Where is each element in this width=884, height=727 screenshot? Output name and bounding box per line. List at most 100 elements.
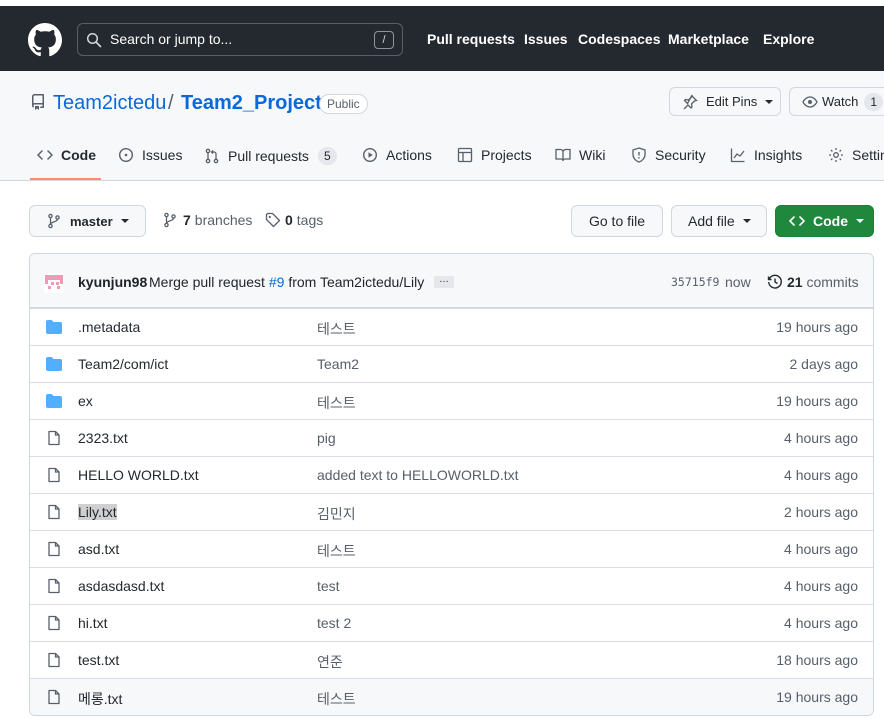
graph-icon	[730, 148, 745, 163]
file-icon	[48, 615, 60, 631]
file-row[interactable]: 메롱.txt 테스트 19 hours ago	[30, 678, 873, 715]
file-row[interactable]: asdasdasd.txt test 4 hours ago	[30, 567, 873, 604]
file-commit-age: 4 hours ago	[784, 467, 858, 483]
branch-select-button[interactable]: master	[29, 205, 146, 237]
commit-message[interactable]: Merge pull request #9 from Team2ictedu/L…	[149, 274, 424, 290]
file-commit-message[interactable]: 테스트	[317, 319, 356, 339]
go-to-file-button[interactable]: Go to file	[571, 205, 663, 237]
file-name-link[interactable]: Team2/com/ict	[78, 356, 168, 372]
tag-icon	[265, 212, 281, 228]
search-placeholder: Search or jump to...	[110, 31, 233, 47]
tab-insights[interactable]: Insights	[730, 147, 802, 163]
nav-issues[interactable]: Issues	[524, 31, 568, 47]
file-commit-message[interactable]: pig	[317, 430, 336, 446]
tab-code[interactable]: Code	[37, 147, 96, 163]
shield-icon	[632, 147, 646, 163]
file-row[interactable]: test.txt 연준 18 hours ago	[30, 641, 873, 678]
search-box[interactable]: Search or jump to... /	[77, 23, 403, 56]
file-commit-age: 19 hours ago	[776, 689, 858, 705]
file-commit-message[interactable]: test	[317, 578, 340, 594]
file-commit-message[interactable]: 김민지	[317, 504, 356, 524]
visibility-badge: Public	[319, 94, 368, 114]
latest-commit-bar: kyunjun98 Merge pull request #9 from Tea…	[30, 254, 873, 308]
repo-owner-link[interactable]: Team2ictedu	[53, 92, 166, 115]
tab-projects[interactable]: Projects	[457, 147, 532, 163]
file-name-link[interactable]: asd.txt	[78, 541, 119, 557]
pull-request-link[interactable]: #9	[269, 274, 285, 290]
commit-author[interactable]: kyunjun98	[78, 274, 147, 290]
commits-link[interactable]: 21 commits	[787, 274, 859, 290]
expand-commit-message-button[interactable]: …	[434, 275, 454, 288]
tab-wiki[interactable]: Wiki	[555, 147, 605, 163]
folder-icon	[46, 357, 62, 371]
code-download-button[interactable]: Code	[775, 205, 874, 237]
nav-marketplace[interactable]: Marketplace	[668, 31, 749, 47]
avatar[interactable]	[44, 273, 64, 293]
tags-link[interactable]: 0 tags	[265, 212, 323, 228]
github-logo-icon[interactable]	[28, 23, 62, 57]
nav-codespaces[interactable]: Codespaces	[578, 31, 660, 47]
file-commit-message[interactable]: 연준	[317, 652, 343, 672]
branches-count: 7	[183, 212, 191, 228]
file-row[interactable]: hi.txt test 2 4 hours ago	[30, 604, 873, 641]
file-row[interactable]: HELLO WORLD.txt added text to HELLOWORLD.…	[30, 456, 873, 493]
repo-name-link[interactable]: Team2_Project	[181, 92, 322, 115]
go-to-file-label: Go to file	[588, 213, 646, 229]
file-name-link[interactable]: ex	[78, 393, 93, 409]
commits-label: commits	[806, 274, 859, 290]
file-commit-age: 18 hours ago	[776, 652, 858, 668]
branches-link[interactable]: 7 branches	[162, 212, 252, 228]
folder-icon	[46, 320, 62, 334]
file-name-link[interactable]: asdasdasd.txt	[78, 578, 164, 594]
tags-count: 0	[285, 212, 293, 228]
file-commit-age: 4 hours ago	[784, 430, 858, 446]
tab-settings[interactable]: Settin	[828, 147, 884, 163]
file-commit-message[interactable]: test 2	[317, 615, 351, 631]
file-icon	[48, 467, 60, 483]
file-row[interactable]: asd.txt 테스트 4 hours ago	[30, 530, 873, 567]
watch-label: Watch	[822, 94, 859, 109]
tab-actions[interactable]: Actions	[362, 147, 432, 163]
nav-explore[interactable]: Explore	[763, 31, 814, 47]
file-commit-age: 2 days ago	[789, 356, 859, 372]
file-icon	[48, 430, 60, 446]
file-name-link[interactable]: .metadata	[78, 319, 140, 335]
file-commit-age: 4 hours ago	[784, 541, 858, 557]
file-name-link[interactable]: Lily.txt	[78, 504, 117, 520]
file-icon	[48, 504, 60, 520]
add-file-button[interactable]: Add file	[671, 205, 767, 237]
tab-pull-requests-label: Pull requests	[228, 148, 309, 164]
branches-label: branches	[194, 212, 253, 228]
file-name-link[interactable]: test.txt	[78, 652, 119, 668]
file-name-link[interactable]: HELLO WORLD.txt	[78, 467, 199, 483]
play-icon	[362, 147, 378, 163]
file-name-link[interactable]: 메롱.txt	[78, 689, 122, 709]
tab-pull-requests[interactable]: Pull requests 5	[204, 147, 337, 165]
file-name-link[interactable]: 2323.txt	[78, 430, 128, 446]
current-branch: master	[70, 213, 113, 229]
pull-requests-count: 5	[317, 147, 337, 165]
file-commit-message[interactable]: Team2	[317, 356, 359, 372]
file-commit-message[interactable]: 테스트	[317, 689, 356, 709]
chevron-down-icon	[856, 219, 864, 223]
commit-sha[interactable]: 35715f9	[671, 275, 719, 289]
edit-pins-button[interactable]: Edit Pins	[669, 87, 781, 116]
file-commit-message[interactable]: 테스트	[317, 393, 356, 413]
file-icon	[48, 652, 60, 668]
tab-security[interactable]: Security	[631, 147, 706, 163]
watch-button[interactable]: Watch 1	[789, 87, 884, 116]
commit-time: now	[725, 274, 751, 290]
file-commit-message[interactable]: 테스트	[317, 541, 356, 561]
file-row[interactable]: .metadata 테스트 19 hours ago	[30, 308, 873, 345]
code-button-label: Code	[813, 213, 848, 229]
file-commit-message[interactable]: added text to HELLOWORLD.txt	[317, 467, 519, 483]
file-row[interactable]: Lily.txt 김민지 2 hours ago	[30, 493, 873, 530]
tab-issues[interactable]: Issues	[118, 147, 182, 163]
global-header: Search or jump to... / Pull requests Iss…	[0, 6, 884, 71]
file-row[interactable]: 2323.txt pig 4 hours ago	[30, 419, 873, 456]
edit-pins-label: Edit Pins	[706, 94, 758, 109]
file-row[interactable]: ex 테스트 19 hours ago	[30, 382, 873, 419]
file-row[interactable]: Team2/com/ict Team2 2 days ago	[30, 345, 873, 382]
nav-pull-requests[interactable]: Pull requests	[427, 31, 515, 47]
file-name-link[interactable]: hi.txt	[78, 615, 108, 631]
